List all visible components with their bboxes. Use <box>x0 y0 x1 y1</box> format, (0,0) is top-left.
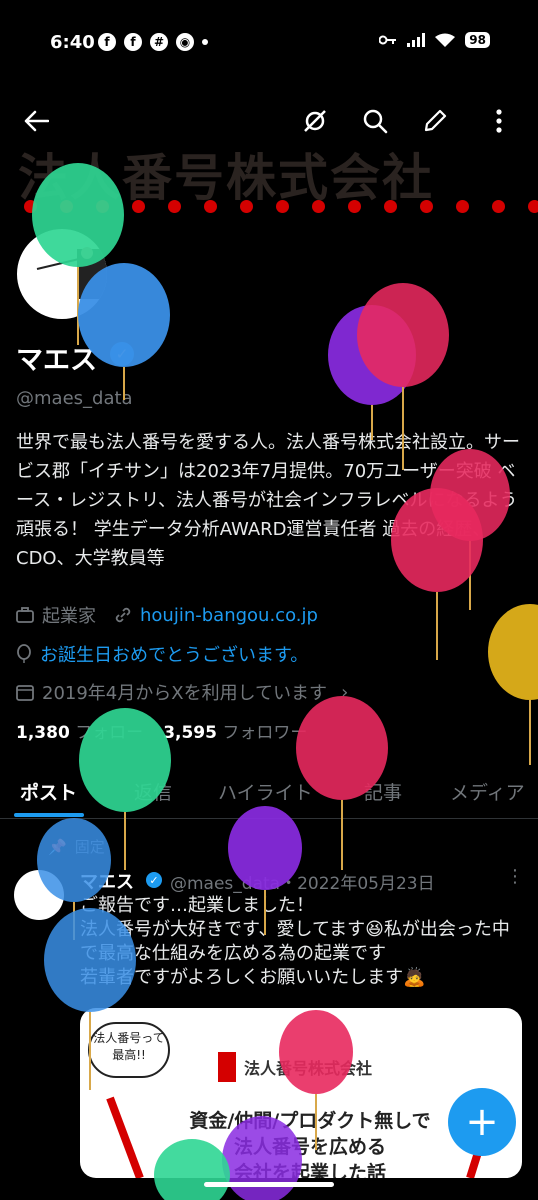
balloon-pink <box>296 696 388 870</box>
balloon-purple <box>228 806 302 935</box>
balloon-pink <box>391 488 483 660</box>
balloon-blue <box>44 908 136 1090</box>
balloon-yellow <box>488 604 538 765</box>
plus-icon: + <box>465 1099 499 1145</box>
balloon-blue <box>78 263 170 400</box>
compose-post-button[interactable]: + <box>448 1088 516 1156</box>
balloon-purple <box>222 1116 302 1200</box>
balloon-green <box>154 1139 230 1200</box>
home-indicator[interactable] <box>204 1182 334 1187</box>
birthday-balloons <box>32 163 538 1200</box>
